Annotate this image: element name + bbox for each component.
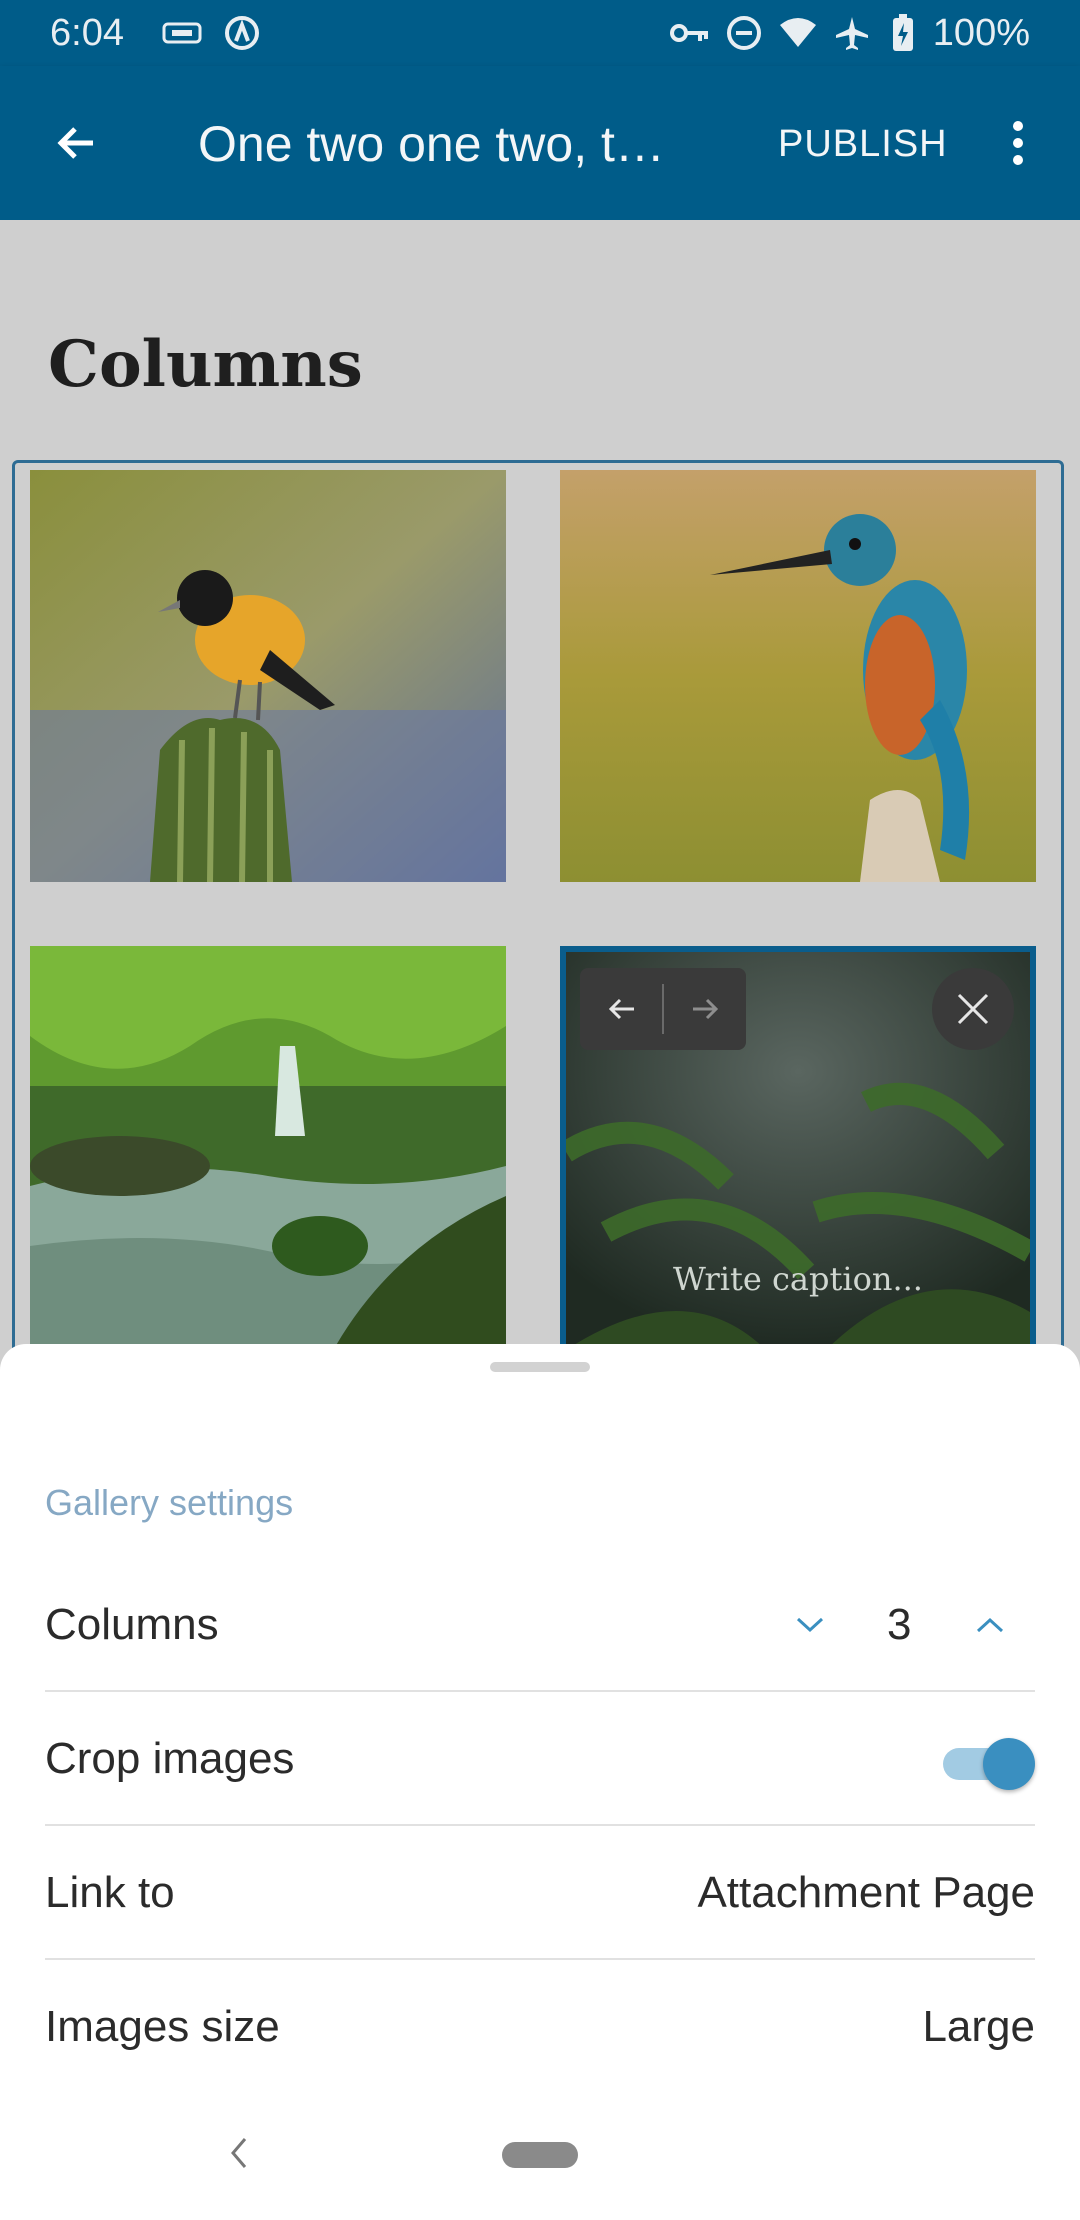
vpn-key-icon	[668, 12, 712, 54]
sync-icon	[220, 12, 264, 54]
arrow-right-icon	[692, 998, 718, 1020]
move-left-button[interactable]	[580, 968, 663, 1050]
nav-home-pill[interactable]	[502, 2142, 578, 2168]
link-to-value: Attachment Page	[697, 1868, 1035, 1917]
remove-image-button[interactable]	[932, 968, 1014, 1050]
heading-block[interactable]: Columns	[48, 325, 363, 405]
battery-percent: 100%	[932, 12, 1030, 54]
crop-images-toggle[interactable]	[937, 1730, 1037, 1790]
columns-increase-button[interactable]	[965, 1600, 1015, 1650]
images-size-value: Large	[922, 2002, 1035, 2051]
chevron-up-icon	[976, 1617, 1004, 1633]
editor-content: Columns Write caption...	[0, 220, 1080, 1360]
mover-divider	[662, 984, 664, 1034]
sheet-drag-handle[interactable]	[490, 1362, 590, 1372]
arrow-left-icon	[608, 998, 634, 1020]
setting-images-size[interactable]: Images size Large	[45, 1958, 1035, 2092]
chevron-down-icon	[796, 1617, 824, 1633]
status-bar: 6:04 100%	[0, 0, 1080, 66]
chevron-left-icon	[231, 2138, 247, 2168]
setting-columns: Columns 3	[45, 1556, 1035, 1692]
nav-back-button[interactable]	[214, 2128, 264, 2178]
publish-button[interactable]: PUBLISH	[778, 121, 948, 167]
setting-link-to[interactable]: Link to Attachment Page	[45, 1824, 1035, 1960]
dnd-icon	[722, 12, 766, 54]
system-nav-bar	[0, 2110, 1080, 2220]
more-vert-icon	[1013, 121, 1023, 165]
post-title: One two one two, t…	[198, 116, 665, 172]
setting-crop-images: Crop images	[45, 1690, 1035, 1826]
more-options-button[interactable]	[990, 110, 1046, 176]
caption-input[interactable]: Write caption...	[566, 1260, 1030, 1298]
columns-decrease-button[interactable]	[785, 1600, 835, 1650]
image-move-controls	[580, 968, 746, 1050]
back-button[interactable]	[40, 106, 114, 180]
wifi-icon	[776, 12, 820, 54]
gallery-image-bird-cactus[interactable]	[30, 470, 506, 882]
app-bar: One two one two, t… PUBLISH	[0, 66, 1080, 220]
gallery-image-ferns-selected[interactable]: Write caption...	[560, 946, 1036, 1356]
move-right-button[interactable]	[663, 968, 746, 1050]
columns-label: Columns	[45, 1600, 219, 1649]
sheet-title: Gallery settings	[45, 1482, 294, 1523]
sdcard-icon	[160, 12, 204, 54]
columns-value: 3	[887, 1600, 912, 1649]
images-size-label: Images size	[45, 2002, 280, 2051]
airplane-icon	[830, 12, 874, 54]
toggle-knob	[983, 1738, 1035, 1790]
close-icon	[957, 993, 989, 1025]
link-to-label: Link to	[45, 1868, 175, 1917]
arrow-back-icon	[57, 127, 93, 159]
gallery-image-waterfall[interactable]	[30, 946, 506, 1356]
status-time: 6:04	[50, 12, 124, 54]
gallery-image-kingfisher[interactable]	[560, 470, 1036, 882]
battery-charging-icon	[888, 12, 918, 54]
crop-images-label: Crop images	[45, 1734, 295, 1783]
